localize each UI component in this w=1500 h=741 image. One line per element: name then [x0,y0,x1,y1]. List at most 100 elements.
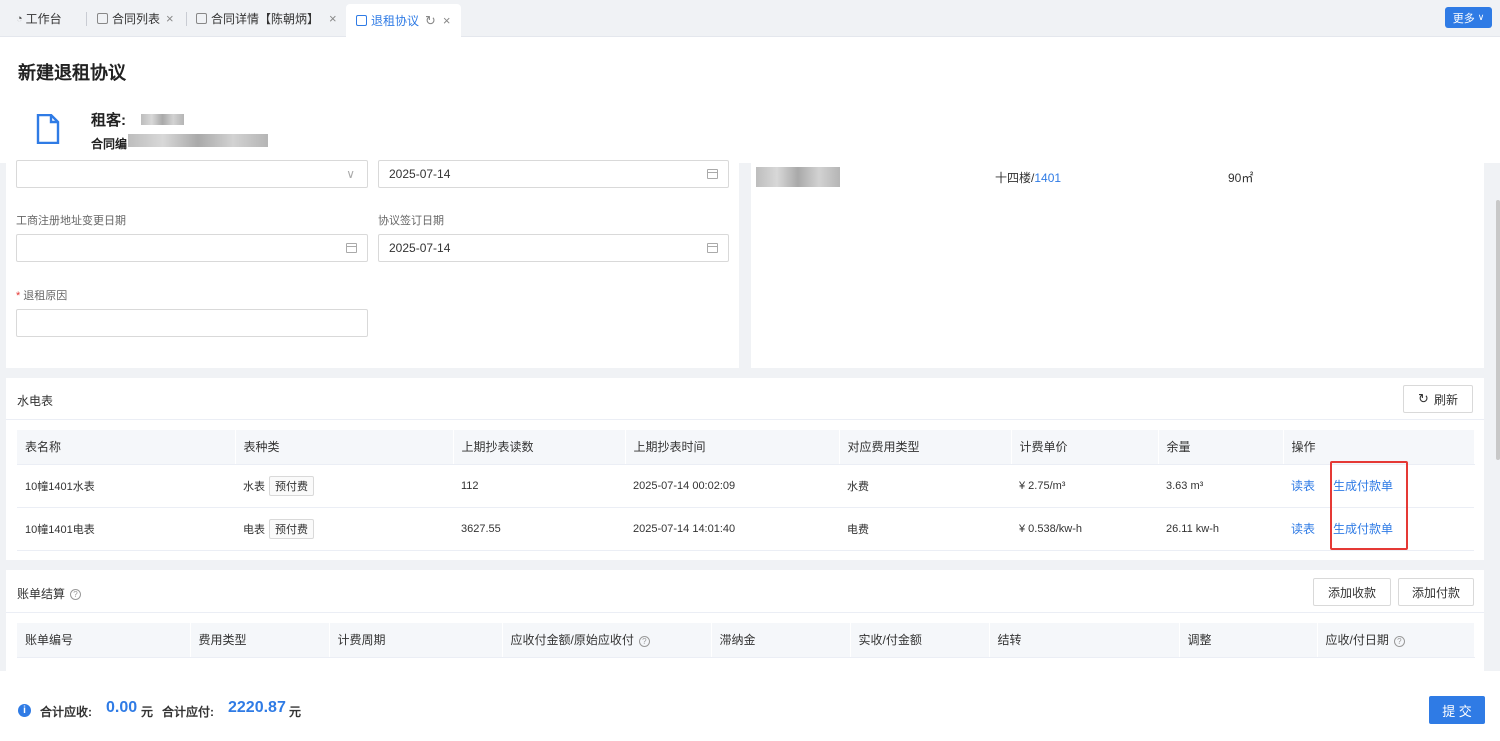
tab-contract-list[interactable]: 合同列表 × [97,4,174,33]
contract-label: 合同编 [91,137,128,151]
fee-type: 电费 [839,507,1011,551]
col-header: 操作 [1283,430,1475,465]
add-income-label: 添加收款 [1327,585,1376,600]
refresh-label: 刷新 [1433,392,1458,407]
col-header: 费用类型 [190,623,330,658]
payable-label: 合计应付: [162,705,214,719]
bills-panel: 账单结算? 添加收款 添加付款 账单编号 费用类型 计费周期 应收付金额/原始应… [6,570,1484,671]
meters-table: 表名称 表种类 上期抄表读数 上期抄表时间 对应费用类型 计费单价 余量 操作 … [17,430,1475,551]
refresh-button[interactable]: ↻ 刷新 [1403,385,1473,413]
chevron-down-icon: ∨ [346,167,355,181]
last-reading-time: 2025-07-14 14:01:40 [625,507,839,551]
date-value: 2025-07-14 [389,167,451,181]
receivable-unit: 元 [141,705,154,719]
col-header: 计费周期 [329,623,503,658]
sign-date-input[interactable]: 2025-07-14 [378,234,729,262]
add-payment-button[interactable]: 添加付款 [1398,578,1474,606]
col-header: 上期抄表时间 [625,430,840,465]
col-header: 应收/付日期? [1316,623,1475,658]
submit-button[interactable]: 提 交 [1429,696,1485,724]
fee-type: 水费 [839,464,1011,508]
col-header-text: 应收/付日期 [1325,633,1389,648]
add-income-button[interactable]: 添加收款 [1313,578,1391,606]
close-icon[interactable]: × [443,13,451,28]
page-title: 新建退租协议 [18,63,126,83]
col-header: 应收付金额/原始应收付? [502,623,712,658]
balance: 3.63 m³ [1158,464,1283,508]
biz-addr-date-label: 工商注册地址变更日期 [16,215,126,227]
prepaid-tag: 预付费 [269,475,314,496]
tab-termination[interactable]: 退租协议 ↻ × [346,4,461,37]
col-header: 表种类 [235,430,454,465]
reason-input[interactable] [16,309,368,337]
refresh-icon: ↻ [1418,391,1429,406]
tab-label: 退租协议 [371,14,420,28]
meter-name: 10幢1401电表 [17,507,235,551]
tab-label: 合同详情【陈朝炳】 [211,12,320,26]
last-reading: 112 [453,464,625,508]
payable-value: 2220.87 [228,699,286,716]
col-header: 结转 [989,623,1180,658]
highlight-box [1330,461,1408,550]
agreement-form: ∨ 2025-07-14 工商注册地址变更日期 协议签订日期 2025-07-1… [6,160,739,368]
divider [6,612,1484,613]
refresh-icon[interactable]: ↻ [425,13,436,29]
close-icon[interactable]: × [166,11,174,26]
help-icon[interactable]: ? [638,635,650,647]
bills-title-text: 账单结算 [17,587,66,601]
close-icon[interactable]: × [329,11,337,26]
last-reading: 3627.55 [453,507,625,551]
tenant-name-redacted [141,114,184,125]
tab-contract-detail[interactable]: 合同详情【陈朝炳】 × [196,4,337,33]
read-meter-link[interactable]: 读表 [1291,479,1315,493]
help-icon[interactable]: ? [70,589,82,601]
receivable-value: 0.00 [106,699,138,716]
col-header-text: 应收付金额/原始应收付 [510,633,634,648]
select-field[interactable]: ∨ [16,160,368,188]
bills-table: 账单编号 费用类型 计费周期 应收付金额/原始应收付? 滞纳金 实收/付金额 结… [17,623,1475,658]
dashboard-icon: ◔ [16,12,23,25]
col-header: 表名称 [17,430,236,465]
more-button[interactable]: 更多 ∨ [1445,7,1492,28]
tab-divider [186,12,187,26]
document-icon [356,15,367,26]
meter-kind-text: 电表 [243,523,265,536]
tab-bar: ◔ 工作台 合同列表 × 合同详情【陈朝炳】 × 退租协议 ↻ × 更多 ∨ [0,0,1500,37]
table-header-row: 表名称 表种类 上期抄表读数 上期抄表时间 对应费用类型 计费单价 余量 操作 [17,430,1475,465]
read-meter-link[interactable]: 读表 [1291,522,1315,536]
col-header: 滞纳金 [711,623,851,658]
unit-price: ¥ 0.538/kw-h [1011,507,1158,551]
calendar-icon [346,243,357,253]
unit-price: ¥ 2.75/m³ [1011,464,1158,508]
last-reading-time: 2025-07-14 00:02:09 [625,464,839,508]
table-row: 10幢1401水表 水表 预付费 112 2025-07-14 00:02:09 … [17,464,1474,508]
document-icon [196,13,207,24]
date-field[interactable]: 2025-07-14 [378,160,729,188]
tenant-label: 租客: [91,112,126,129]
col-header: 余量 [1158,430,1284,465]
biz-addr-date-input[interactable] [16,234,368,262]
meter-kind: 水表 预付费 [235,464,453,508]
tab-label: 合同列表 [112,12,161,26]
col-header: 计费单价 [1011,430,1159,465]
meter-kind: 电表 预付费 [235,507,453,551]
calendar-icon [707,243,718,253]
col-header: 账单编号 [17,623,191,658]
reason-label: * 退租原因 [16,287,67,303]
room-number-link[interactable]: 1401 [1034,171,1061,185]
footer-bar: i 合计应收: 0.00 元 合计应付: 2220.87 元 提 交 [0,671,1500,741]
col-header: 上期抄表读数 [453,430,626,465]
tab-workbench[interactable]: ◔ 工作台 [16,4,62,33]
scrollbar[interactable] [1496,200,1500,460]
bills-title: 账单结算? [17,585,82,602]
meters-title: 水电表 [17,394,54,408]
col-header: 实收/付金额 [850,623,990,658]
meters-panel: 水电表 ↻ 刷新 表名称 表种类 上期抄表读数 上期抄表时间 对应费用类型 计费… [6,378,1484,560]
help-icon[interactable]: ? [1393,635,1405,647]
sign-date-value: 2025-07-14 [389,241,451,255]
required-mark: * [16,290,21,302]
col-header: 对应费用类型 [839,430,1012,465]
contract-number-redacted [128,134,268,147]
floor-text: 十四楼/ [995,171,1035,185]
sign-date-label: 协议签订日期 [378,215,444,227]
